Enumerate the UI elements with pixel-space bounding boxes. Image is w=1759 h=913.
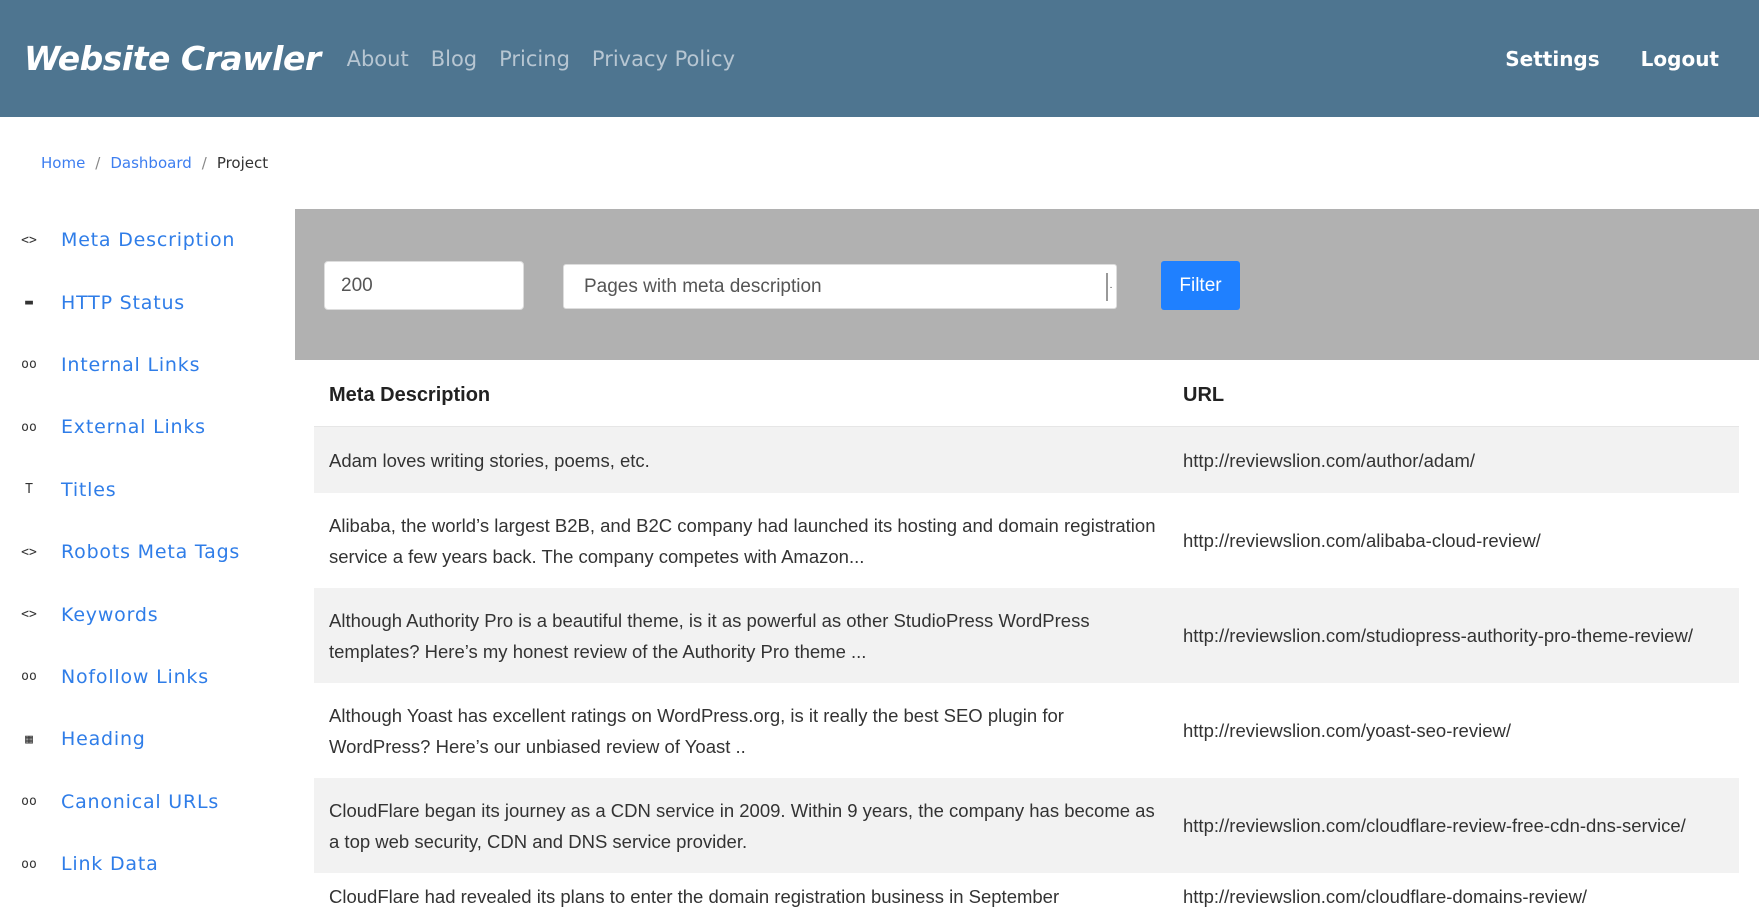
chevron-down-icon: · [1106, 273, 1114, 301]
meta-description-cell: Although Authority Pro is a beautiful th… [329, 609, 1090, 662]
code-icon: <> [21, 544, 37, 560]
sidebar-item-meta-description[interactable]: <> Meta Description [0, 209, 292, 271]
meta-description-cell: Although Yoast has excellent ratings on … [329, 704, 1064, 757]
breadcrumb: Home / Dashboard / Project [41, 154, 268, 172]
sidebar-item-heading[interactable]: ▦ Heading [0, 708, 292, 770]
breadcrumb-separator: / [201, 154, 207, 172]
column-header-url: URL [1183, 383, 1225, 406]
sidebar-item-label: Robots Meta Tags [61, 541, 241, 564]
nav-link-about[interactable]: About [347, 47, 409, 71]
sidebar-item-http-status[interactable]: ▬ HTTP Status [0, 271, 292, 333]
top-navbar: Website Crawler About Blog Pricing Priva… [0, 0, 1759, 117]
code-icon: <> [21, 232, 37, 248]
nav-link-pricing[interactable]: Pricing [499, 47, 570, 71]
results-table: Meta Description URL Adam loves writing … [314, 364, 1739, 913]
url-cell: http://reviewslion.com/cloudflare-domain… [1183, 886, 1588, 907]
table-row: Although Authority Pro is a beautiful th… [314, 588, 1739, 683]
url-cell: http://reviewslion.com/studiopress-autho… [1183, 625, 1693, 646]
url-cell: http://reviewslion.com/yoast-seo-review/ [1183, 720, 1511, 741]
table-header: Meta Description URL [314, 364, 1739, 427]
breadcrumb-dashboard[interactable]: Dashboard [110, 154, 191, 172]
sidebar-item-label: Heading [61, 728, 146, 751]
server-icon: ▬ [25, 295, 33, 311]
sidebar-item-internal-links[interactable]: oo Internal Links [0, 334, 292, 396]
sidebar-item-label: External Links [61, 416, 206, 439]
table-row: Although Yoast has excellent ratings on … [314, 683, 1739, 778]
sidebar-item-external-links[interactable]: oo External Links [0, 396, 292, 458]
meta-description-cell: Alibaba, the world’s largest B2B, and B2… [329, 514, 1156, 567]
table-row: CloudFlare had revealed its plans to ent… [314, 873, 1739, 913]
text-icon: T [25, 482, 33, 498]
breadcrumb-home[interactable]: Home [41, 154, 85, 172]
url-cell: http://reviewslion.com/author/adam/ [1183, 449, 1476, 471]
code-icon: <> [21, 607, 37, 623]
filter-type-select[interactable]: Pages with meta description · [563, 264, 1117, 309]
meta-description-cell: CloudFlare had revealed its plans to ent… [329, 886, 1060, 907]
link-icon: oo [21, 357, 37, 373]
breadcrumb-separator: / [95, 154, 101, 172]
url-cell: http://reviewslion.com/cloudflare-review… [1183, 815, 1686, 836]
sidebar-item-canonical-urls[interactable]: oo Canonical URLs [0, 771, 292, 833]
nav-link-privacy-policy[interactable]: Privacy Policy [592, 47, 735, 71]
filter-type-selected-value: Pages with meta description [584, 275, 822, 297]
sidebar-item-keywords[interactable]: <> Keywords [0, 583, 292, 645]
sidebar-item-label: Titles [61, 478, 117, 501]
url-cell: http://reviewslion.com/alibaba-cloud-rev… [1183, 530, 1541, 551]
sidebar-item-link-data[interactable]: oo Link Data [0, 833, 292, 895]
brand-logo[interactable]: Website Crawler [24, 39, 321, 78]
sidebar-item-label: Link Data [61, 853, 159, 876]
sidebar-item-label: Keywords [61, 603, 159, 626]
column-header-meta-description: Meta Description [329, 383, 491, 406]
sidebar-item-label: Canonical URLs [61, 790, 220, 813]
link-icon: oo [21, 419, 37, 435]
link-icon: oo [21, 669, 37, 685]
sidebar-item-nofollow-links[interactable]: oo Nofollow Links [0, 646, 292, 708]
nav-link-blog[interactable]: Blog [431, 47, 477, 71]
sidebar-item-label: Meta Description [61, 229, 236, 252]
table-row: CloudFlare began its journey as a CDN se… [314, 778, 1739, 873]
link-icon: oo [21, 856, 37, 872]
sidebar: <> Meta Description ▬ HTTP Status oo Int… [0, 209, 292, 895]
meta-description-cell: Adam loves writing stories, poems, etc. [329, 449, 650, 471]
table-row: Alibaba, the world’s largest B2B, and B2… [314, 493, 1739, 588]
meta-description-cell: CloudFlare began its journey as a CDN se… [329, 799, 1155, 852]
sidebar-item-label: Nofollow Links [61, 665, 209, 688]
sidebar-item-titles[interactable]: T Titles [0, 459, 292, 521]
navbar-right-menu: Settings Logout [1464, 0, 1719, 117]
filter-button[interactable]: Filter [1161, 261, 1240, 310]
filter-panel: Pages with meta description · Filter [295, 209, 1759, 360]
settings-link[interactable]: Settings [1505, 47, 1599, 71]
sidebar-item-label: Internal Links [61, 353, 201, 376]
link-icon: oo [21, 794, 37, 810]
breadcrumb-current: Project [216, 154, 269, 172]
heading-icon: ▦ [25, 731, 33, 747]
table-row: Adam loves writing stories, poems, etc. … [314, 427, 1739, 493]
status-code-input[interactable] [324, 261, 524, 310]
sidebar-item-robots-meta-tags[interactable]: <> Robots Meta Tags [0, 521, 292, 583]
sidebar-item-label: HTTP Status [61, 291, 186, 314]
logout-link[interactable]: Logout [1641, 47, 1719, 71]
